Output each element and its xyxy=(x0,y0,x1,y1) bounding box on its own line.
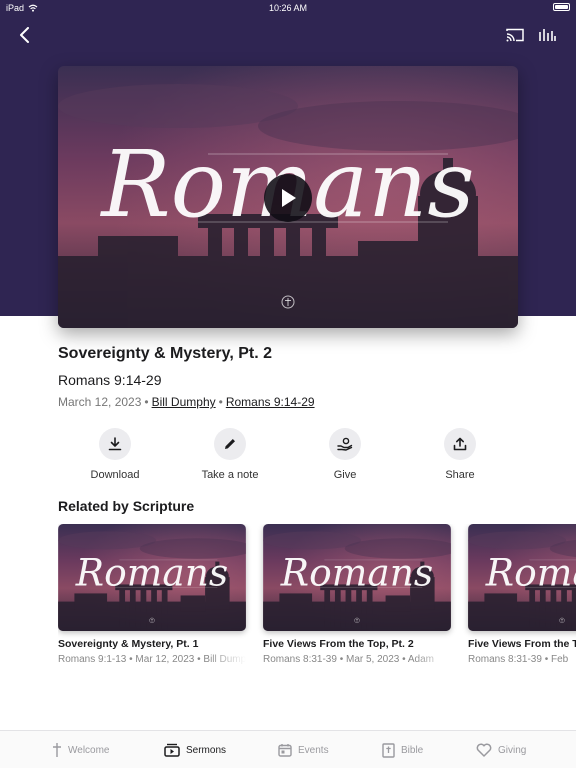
tab-label: Events xyxy=(298,744,329,756)
play-icon xyxy=(282,189,296,207)
tab-sermons[interactable]: Sermons xyxy=(164,740,226,760)
download-label: Download xyxy=(90,469,140,481)
sermon-detail-screen: iPad 10:26 AM Sovereignty & Mystery, Pt.… xyxy=(0,0,576,768)
download-circle xyxy=(99,428,131,460)
give-label: Give xyxy=(333,469,357,481)
chevron-left-icon xyxy=(20,27,29,43)
back-button[interactable] xyxy=(12,22,38,48)
download-icon xyxy=(108,437,122,451)
tab-events[interactable]: Events xyxy=(278,740,329,760)
related-card[interactable]: Five Views From the Top Romans 8:31-39 •… xyxy=(468,524,576,665)
sermons-icon xyxy=(164,743,180,757)
give-button[interactable]: Give xyxy=(305,428,385,481)
sermon-meta: March 12, 2023 • Bill Dumphy • Romans 9:14-2… xyxy=(58,395,315,409)
related-carousel[interactable]: Sovereignty & Mystery, Pt. 1 Romans 9:1-… xyxy=(58,524,576,674)
status-bar: iPad 10:26 AM xyxy=(0,0,576,16)
note-circle xyxy=(214,428,246,460)
meta-separator: • xyxy=(218,395,223,409)
passage-link[interactable]: Romans 9:14-29 xyxy=(226,395,315,409)
bible-icon xyxy=(382,742,395,758)
share-circle xyxy=(444,428,476,460)
calendar-icon xyxy=(278,744,292,757)
battery-icon xyxy=(553,3,570,11)
tab-label: Welcome xyxy=(68,744,110,756)
top-bar xyxy=(0,22,576,48)
romans-thumbnail xyxy=(468,524,576,631)
tab-label: Sermons xyxy=(186,744,227,756)
meta-separator: • xyxy=(144,395,149,409)
share-button[interactable]: Share xyxy=(420,428,500,481)
speaker-link[interactable]: Bill Dumphy xyxy=(152,395,216,409)
related-heading: Related by Scripture xyxy=(58,498,195,514)
related-meta: Romans 8:31-39 • Mar 5, 2023 • Adam xyxy=(263,654,434,665)
romans-thumbnail xyxy=(263,524,451,631)
sermon-scripture: Romans 9:14-29 xyxy=(58,372,162,388)
related-title: Sovereignty & Mystery, Pt. 1 xyxy=(58,638,199,650)
romans-thumbnail xyxy=(58,524,246,631)
give-circle xyxy=(329,428,361,460)
take-note-label: Take a note xyxy=(201,469,259,481)
related-artwork xyxy=(263,524,451,631)
give-hand-icon xyxy=(337,437,353,451)
related-title: Five Views From the Top xyxy=(468,638,576,650)
related-card[interactable]: Sovereignty & Mystery, Pt. 1 Romans 9:1-… xyxy=(58,524,246,665)
related-meta: Romans 9:1-13 • Mar 12, 2023 • Bill Dump… xyxy=(58,654,246,665)
cross-icon xyxy=(53,743,61,757)
download-button[interactable]: Download xyxy=(75,428,155,481)
take-note-button[interactable]: Take a note xyxy=(190,428,270,481)
related-artwork xyxy=(58,524,246,631)
cast-button[interactable] xyxy=(502,22,528,48)
cast-icon xyxy=(506,28,524,42)
tab-welcome[interactable]: Welcome xyxy=(52,740,110,760)
related-title: Five Views From the Top, Pt. 2 xyxy=(263,638,414,650)
status-right xyxy=(553,3,570,13)
status-time: 10:26 AM xyxy=(268,3,308,13)
sermon-title: Sovereignty & Mystery, Pt. 2 xyxy=(58,345,272,362)
heart-icon xyxy=(476,743,492,757)
share-icon xyxy=(453,437,467,451)
related-meta: Romans 8:31-39 • Feb xyxy=(468,654,569,665)
audio-button[interactable] xyxy=(534,22,560,48)
tab-bar: Welcome Sermons Events Bible Giving xyxy=(0,730,576,768)
play-button[interactable] xyxy=(264,174,312,222)
pencil-icon xyxy=(225,439,235,449)
sermon-artwork[interactable] xyxy=(58,66,518,328)
sermon-date: March 12, 2023 xyxy=(58,395,142,409)
related-artwork xyxy=(468,524,576,631)
tab-giving[interactable]: Giving xyxy=(476,740,526,760)
tab-label: Bible xyxy=(401,744,424,756)
action-row: Download Take a note Give Share xyxy=(58,428,518,484)
tab-bible[interactable]: Bible xyxy=(382,740,423,760)
related-card[interactable]: Five Views From the Top, Pt. 2 Romans 8:… xyxy=(263,524,451,665)
tab-label: Giving xyxy=(498,744,527,756)
share-label: Share xyxy=(445,469,475,481)
audio-bars-icon xyxy=(539,29,556,41)
